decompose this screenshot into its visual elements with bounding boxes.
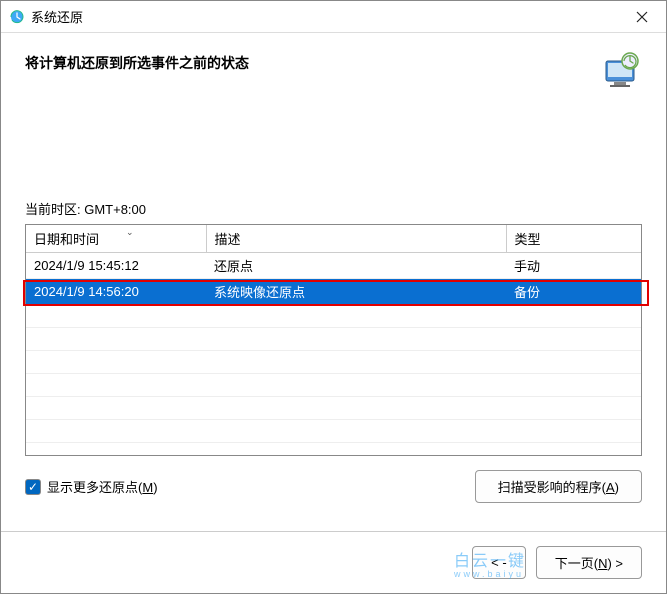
- page-heading: 将计算机还原到所选事件之前的状态: [25, 49, 592, 73]
- col-datetime[interactable]: 日期和时间 ⌄: [26, 225, 206, 253]
- table-row[interactable]: 2024/1/9 14:56:20 系统映像还原点 备份: [26, 279, 641, 305]
- checkbox-checked-icon: ✓: [25, 479, 41, 495]
- table-row[interactable]: [26, 351, 641, 374]
- table-row[interactable]: 2024/1/9 15:45:12 还原点 手动: [26, 253, 641, 279]
- cell-datetime: 2024/1/9 15:45:12: [26, 253, 206, 279]
- next-button[interactable]: 下一页(N) >: [536, 546, 642, 579]
- timezone-label: 当前时区: GMT+8:00: [25, 199, 642, 218]
- cell-type: 手动: [506, 253, 641, 279]
- col-description[interactable]: 描述: [206, 225, 506, 253]
- cell-type: 备份: [506, 279, 641, 305]
- cell-datetime: 2024/1/9 14:56:20: [26, 279, 206, 305]
- cell-description: 还原点: [206, 253, 506, 279]
- scan-affected-programs-button[interactable]: 扫描受影响的程序(A): [475, 470, 642, 503]
- close-button[interactable]: [622, 2, 662, 32]
- header: 将计算机还原到所选事件之前的状态: [1, 33, 666, 99]
- col-type[interactable]: 类型: [506, 225, 641, 253]
- table-header-row: 日期和时间 ⌄ 描述 类型: [26, 225, 641, 253]
- close-icon: [636, 11, 648, 23]
- window-title: 系统还原: [31, 7, 622, 26]
- titlebar: 系统还原: [1, 1, 666, 33]
- table-row[interactable]: [26, 397, 641, 420]
- table-row[interactable]: [26, 420, 641, 443]
- show-more-checkbox[interactable]: ✓ 显示更多还原点(M): [25, 477, 158, 496]
- table-row[interactable]: [26, 328, 641, 351]
- footer: 白云一键 www.baiyu < - 下一页(N) >: [1, 531, 666, 593]
- system-restore-window: 系统还原 将计算机还原到所选事件之前的状态 当前时区: GMT+8:00: [0, 0, 667, 594]
- content-area: 当前时区: GMT+8:00 日期和时间 ⌄ 描述 类型: [1, 99, 666, 531]
- restore-points-table: 日期和时间 ⌄ 描述 类型 2024/1/9 15:45:12 还原点 手动: [25, 224, 642, 456]
- sort-indicator-icon: ⌄: [126, 227, 134, 238]
- cell-description: 系统映像还原点: [206, 279, 506, 305]
- col-label: 日期和时间: [34, 232, 99, 247]
- restore-monitor-icon: [600, 49, 642, 91]
- table-row[interactable]: [26, 374, 641, 397]
- system-restore-icon: [9, 9, 25, 25]
- back-button[interactable]: < -: [472, 546, 526, 579]
- below-table-row: ✓ 显示更多还原点(M) 扫描受影响的程序(A): [25, 470, 642, 503]
- table-row[interactable]: [26, 305, 641, 328]
- checkbox-label: 显示更多还原点(M): [47, 477, 158, 496]
